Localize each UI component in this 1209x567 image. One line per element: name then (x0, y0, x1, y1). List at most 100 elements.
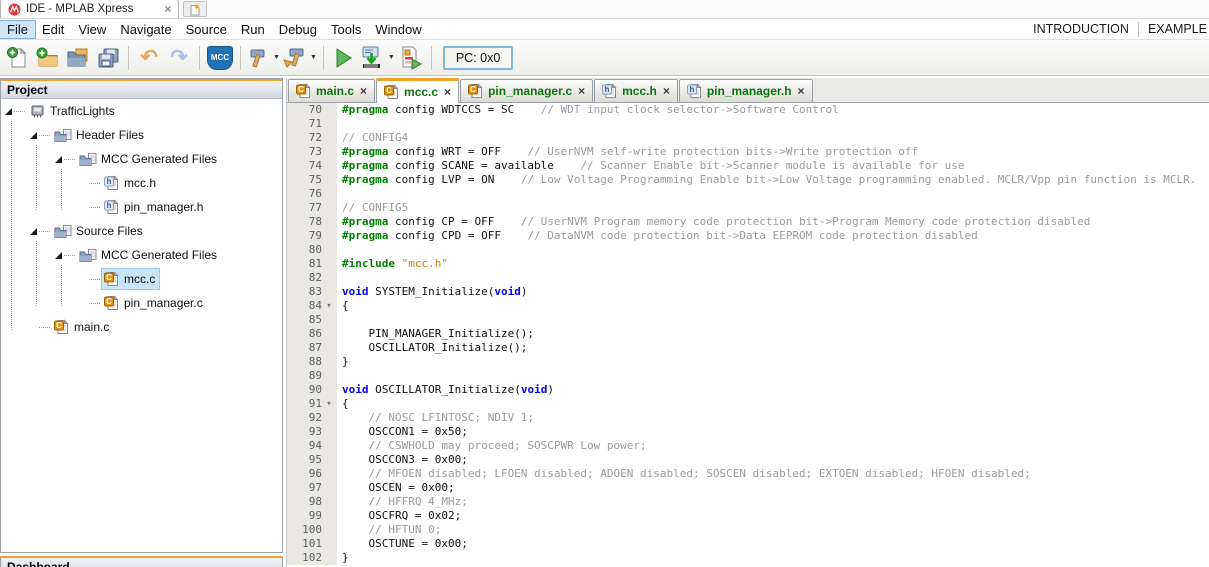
new-file-button[interactable] (4, 44, 32, 72)
line-number-gutter[interactable]: 78 (287, 215, 337, 229)
line-number-gutter[interactable]: 77 (287, 201, 337, 215)
line-number-gutter[interactable]: 98 (287, 495, 337, 509)
line-number-gutter[interactable]: 93 (287, 425, 337, 439)
menu-run[interactable]: Run (234, 21, 272, 38)
mcc-button[interactable]: MCC (206, 44, 234, 72)
line-number-gutter[interactable]: 90 (287, 383, 337, 397)
line-number: 87 (287, 341, 322, 355)
line-number-gutter[interactable]: 74 (287, 159, 337, 173)
project-panel-header[interactable]: Project (1, 79, 282, 99)
menu-source[interactable]: Source (179, 21, 234, 38)
svg-text:C: C (106, 273, 112, 282)
line-number-gutter[interactable]: 75 (287, 173, 337, 187)
line-number-gutter[interactable]: 96 (287, 467, 337, 481)
line-number: 91 (287, 397, 322, 411)
tree-item-pin-manager-c[interactable]: Cpin_manager.c (1, 291, 282, 315)
tab-close-icon[interactable]: × (798, 84, 805, 98)
clean-and-build-button[interactable]: ▼ (282, 44, 317, 72)
line-number-gutter[interactable]: 85 (287, 313, 337, 327)
expand-handle-icon[interactable] (30, 132, 37, 139)
line-number-gutter[interactable]: 92 (287, 411, 337, 425)
editor-tab-pin-manager-c[interactable]: Cpin_manager.c× (460, 79, 593, 102)
debug-tool-button[interactable] (397, 44, 425, 72)
tree-item-pin-manager-h[interactable]: hpin_manager.h (1, 195, 282, 219)
expand-handle-icon[interactable] (55, 156, 62, 163)
editor-tab-mcc-c[interactable]: Cmcc.c× (376, 78, 459, 103)
new-tab-button[interactable] (183, 1, 207, 17)
line-number-gutter[interactable]: 94 (287, 439, 337, 453)
menu-file[interactable]: File (0, 21, 35, 38)
make-and-program-device-button[interactable]: ▼ (360, 44, 395, 72)
menu-debug[interactable]: Debug (272, 21, 324, 38)
expand-handle-icon[interactable] (30, 228, 37, 235)
line-number-gutter[interactable]: 76 (287, 187, 337, 201)
tree-item-mcc-c[interactable]: Cmcc.c (1, 267, 282, 291)
line-number-gutter[interactable]: 89 (287, 369, 337, 383)
line-number-gutter[interactable]: 86 (287, 327, 337, 341)
tree-item-header-files[interactable]: Header Files (1, 123, 282, 147)
tree-item-mcc-generated-files[interactable]: MCC Generated Files (1, 243, 282, 267)
new-file-icon (6, 46, 30, 70)
line-number-gutter[interactable]: 71 (287, 117, 337, 131)
tab-close-icon[interactable]: × (360, 84, 367, 98)
tab-close-icon[interactable]: × (578, 84, 585, 98)
link-introduction[interactable]: INTRODUCTION (1033, 22, 1129, 36)
code-fold-icon[interactable]: ▾ (322, 299, 336, 313)
line-number-gutter[interactable]: 82 (287, 271, 337, 285)
menu-edit[interactable]: Edit (35, 21, 71, 38)
code-text: OSCFRQ = 0x02; (337, 509, 461, 523)
line-number-gutter[interactable]: 97 (287, 481, 337, 495)
editor-tab-mcc-h[interactable]: hmcc.h× (594, 79, 678, 102)
expand-handle-icon[interactable] (5, 108, 12, 115)
line-number-gutter[interactable]: 80 (287, 243, 337, 257)
menu-window[interactable]: Window (368, 21, 428, 38)
line-number-gutter[interactable]: 95 (287, 453, 337, 467)
link-example[interactable]: EXAMPLE (1148, 22, 1207, 36)
menu-view[interactable]: View (71, 21, 113, 38)
line-number-gutter[interactable]: 100 (287, 523, 337, 537)
line-number-gutter[interactable]: 73 (287, 145, 337, 159)
line-number-gutter[interactable]: 84▾ (287, 299, 337, 313)
run-project-button[interactable] (330, 44, 358, 72)
tab-close-icon[interactable]: × (444, 85, 451, 99)
code-editor[interactable]: 70#pragma config WDTCCS = SC // WDT inpu… (287, 103, 1209, 567)
dashboard-panel-header[interactable]: Dashboard (0, 556, 283, 567)
menu-tools[interactable]: Tools (324, 21, 368, 38)
tree-item-main-c[interactable]: Cmain.c (1, 315, 282, 339)
redo-button[interactable]: ↷ (165, 44, 193, 72)
line-number-gutter[interactable]: 88 (287, 355, 337, 369)
tab-close-icon[interactable]: × (663, 84, 670, 98)
line-number: 95 (287, 453, 322, 467)
code-text: // HFTUN 0; (337, 523, 441, 537)
browser-tab[interactable]: IDE - MPLAB Xpress × (0, 0, 179, 18)
line-number-gutter[interactable]: 72 (287, 131, 337, 145)
line-number-gutter[interactable]: 70 (287, 103, 337, 117)
browser-tab-close-icon[interactable]: × (164, 2, 171, 16)
line-number-gutter[interactable]: 101 (287, 537, 337, 551)
fold-margin (322, 509, 336, 523)
line-number-gutter[interactable]: 79 (287, 229, 337, 243)
undo-button[interactable]: ↶ (135, 44, 163, 72)
save-all-button[interactable] (94, 44, 122, 72)
tree-item-trafficlights[interactable]: TrafficLights (1, 99, 282, 123)
line-number-gutter[interactable]: 83 (287, 285, 337, 299)
build-project-button[interactable]: ▼ (247, 44, 280, 72)
tree-connector (89, 207, 100, 208)
line-number-gutter[interactable]: 87 (287, 341, 337, 355)
editor-tab-pin-manager-h[interactable]: hpin_manager.h× (679, 79, 813, 102)
line-number-gutter[interactable]: 91▾ (287, 397, 337, 411)
tree-item-mcc-h[interactable]: hmcc.h (1, 171, 282, 195)
project-panel: Project TrafficLightsHeader FilesMCC Gen… (0, 78, 283, 553)
menu-navigate[interactable]: Navigate (113, 21, 178, 38)
line-number-gutter[interactable]: 81 (287, 257, 337, 271)
code-fold-icon[interactable]: ▾ (322, 397, 336, 411)
expand-handle-icon[interactable] (55, 252, 62, 259)
line-number-gutter[interactable]: 99 (287, 509, 337, 523)
tree-item-source-files[interactable]: Source Files (1, 219, 282, 243)
new-project-button[interactable] (34, 44, 62, 72)
tree-item-mcc-generated-files[interactable]: MCC Generated Files (1, 147, 282, 171)
line-number-gutter[interactable]: 102 (287, 551, 337, 565)
open-project-button[interactable] (64, 44, 92, 72)
editor-tab-main-c[interactable]: Cmain.c× (288, 79, 375, 102)
file-c-icon: C (384, 84, 400, 100)
